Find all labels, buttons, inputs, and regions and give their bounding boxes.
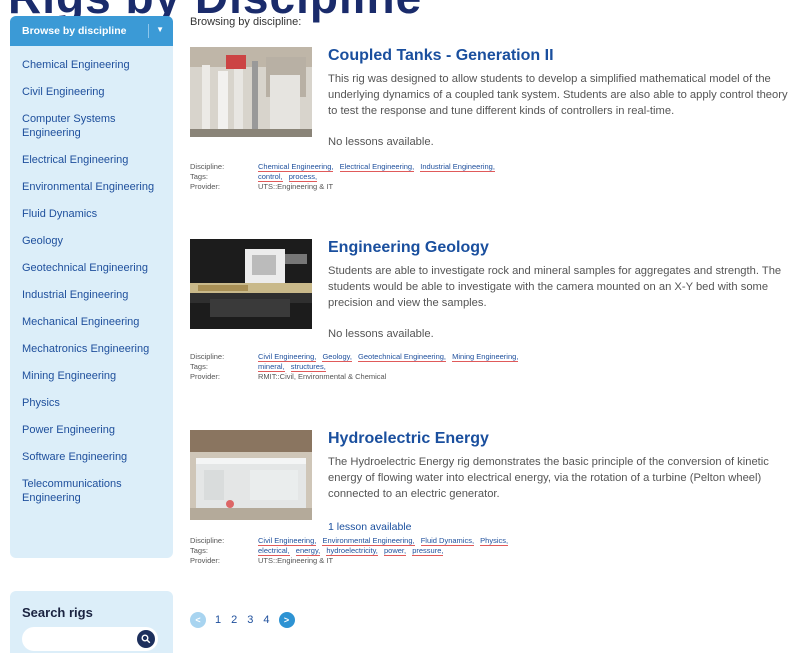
sidebar-item-industrial-engineering[interactable]: Industrial Engineering: [22, 288, 173, 302]
sidebar-item-fluid-dynamics[interactable]: Fluid Dynamics: [22, 207, 173, 221]
discipline-link[interactable]: Fluid Dynamics,: [420, 536, 475, 546]
sidebar-item-mechatronics-engineering[interactable]: Mechatronics Engineering: [22, 342, 173, 356]
sidebar-item-geotechnical-engineering[interactable]: Geotechnical Engineering: [22, 261, 173, 275]
rig-description: The Hydroelectric Energy rig demonstrate…: [328, 456, 769, 500]
page-link[interactable]: 4: [262, 614, 270, 626]
meta-label-tags: Tags:: [190, 546, 208, 555]
divider: [148, 24, 149, 38]
discipline-sidebar: Browse by discipline ▼ Chemical Engineer…: [10, 16, 173, 558]
sidebar-item-civil-engineering[interactable]: Civil Engineering: [22, 85, 173, 99]
next-page-icon[interactable]: >: [278, 612, 295, 628]
meta-label-provider: Provider:: [190, 182, 221, 191]
chevron-down-icon: ▼: [156, 25, 164, 34]
rig-title[interactable]: Coupled Tanks - Generation II: [328, 47, 554, 65]
tag-link[interactable]: power,: [383, 546, 407, 556]
browse-by-discipline-button[interactable]: Browse by discipline ▼: [10, 16, 173, 46]
sidebar-item-physics[interactable]: Physics: [22, 396, 173, 410]
rig-lessons-link[interactable]: 1 lesson available: [328, 521, 411, 533]
meta-label-discipline: Discipline:: [190, 352, 225, 361]
rig-description: This rig was designed to allow students …: [328, 73, 788, 117]
browse-by-discipline-label: Browse by discipline: [22, 25, 127, 37]
sidebar-item-software-engineering[interactable]: Software Engineering: [22, 450, 173, 464]
page-link[interactable]: 3: [246, 614, 254, 626]
pagination: < 1 2 3 4 >: [190, 612, 295, 628]
meta-label-tags: Tags:: [190, 362, 208, 371]
discipline-link[interactable]: Industrial Engineering,: [420, 162, 495, 172]
tag-link[interactable]: electrical,: [258, 546, 290, 556]
rig-title[interactable]: Engineering Geology: [328, 239, 489, 257]
discipline-link[interactable]: Physics,: [480, 536, 509, 546]
rig-meta: Discipline: Civil Engineering, Geology, …: [190, 352, 522, 382]
sidebar-item-electrical-engineering[interactable]: Electrical Engineering: [22, 153, 173, 167]
page-link[interactable]: 2: [230, 614, 238, 626]
meta-label-provider: Provider:: [190, 372, 221, 381]
discipline-link[interactable]: Geotechnical Engineering,: [358, 352, 447, 362]
rig-lessons: No lessons available.: [328, 328, 434, 340]
provider-value: UTS::Engineering & IT: [258, 556, 334, 565]
tag-link[interactable]: control,: [258, 172, 283, 182]
rig-card-engineering-geology: Engineering Geology Students are able to…: [190, 239, 800, 399]
discipline-link[interactable]: Civil Engineering,: [258, 352, 317, 362]
discipline-link[interactable]: Geology,: [322, 352, 352, 362]
rig-lessons: No lessons available.: [328, 136, 434, 148]
sidebar-item-computer-systems-engineering[interactable]: Computer Systems Engineering: [22, 112, 173, 140]
provider-value: UTS::Engineering & IT: [258, 182, 334, 191]
discipline-link[interactable]: Chemical Engineering,: [258, 162, 334, 172]
discipline-link[interactable]: Environmental Engineering,: [322, 536, 415, 546]
discipline-link[interactable]: Mining Engineering,: [452, 352, 519, 362]
rig-meta: Discipline: Civil Engineering, Environme…: [190, 536, 512, 566]
discipline-link[interactable]: Civil Engineering,: [258, 536, 317, 546]
rig-image-engineering-geology[interactable]: [190, 239, 312, 329]
rig-description: Students are able to investigate rock an…: [328, 265, 782, 309]
meta-label-discipline: Discipline:: [190, 162, 225, 171]
meta-label-provider: Provider:: [190, 556, 221, 565]
tag-link[interactable]: mineral,: [258, 362, 285, 372]
sidebar-item-environmental-engineering[interactable]: Environmental Engineering: [22, 180, 173, 194]
meta-label-tags: Tags:: [190, 172, 208, 181]
meta-label-discipline: Discipline:: [190, 536, 225, 545]
search-input[interactable]: [22, 627, 132, 651]
discipline-list: Chemical Engineering Civil Engineering C…: [10, 46, 173, 505]
provider-value: RMIT::Civil, Environmental & Chemical: [258, 372, 387, 381]
previous-page-icon[interactable]: <: [190, 612, 206, 628]
sidebar-item-telecommunications-engineering[interactable]: Telecommunications Engineering: [22, 477, 152, 505]
rig-meta: Discipline: Chemical Engineering, Electr…: [190, 162, 499, 192]
page-link[interactable]: 1: [214, 614, 222, 626]
search-rigs-title: Search rigs: [22, 605, 93, 620]
sidebar-item-mechanical-engineering[interactable]: Mechanical Engineering: [22, 315, 173, 329]
rig-image-hydroelectric-energy[interactable]: [190, 430, 312, 520]
tag-link[interactable]: energy,: [295, 546, 321, 556]
tag-link[interactable]: structures,: [290, 362, 326, 372]
search-icon[interactable]: [137, 630, 155, 648]
browsing-label: Browsing by discipline:: [190, 16, 302, 28]
discipline-link[interactable]: Electrical Engineering,: [339, 162, 415, 172]
rig-card-hydroelectric-energy: Hydroelectric Energy The Hydroelectric E…: [190, 430, 800, 580]
sidebar-item-mining-engineering[interactable]: Mining Engineering: [22, 369, 173, 383]
rig-image-coupled-tanks[interactable]: [190, 47, 312, 137]
search-field: [22, 627, 158, 651]
sidebar-item-power-engineering[interactable]: Power Engineering: [22, 423, 173, 437]
tag-link[interactable]: pressure,: [412, 546, 444, 556]
rig-card-coupled-tanks: Coupled Tanks - Generation II This rig w…: [190, 47, 800, 207]
rig-title[interactable]: Hydroelectric Energy: [328, 430, 489, 448]
search-rigs-panel: Search rigs: [10, 591, 173, 653]
tag-link[interactable]: hydroelectricity,: [326, 546, 378, 556]
sidebar-item-geology[interactable]: Geology: [22, 234, 173, 248]
tag-link[interactable]: process,: [288, 172, 318, 182]
sidebar-item-chemical-engineering[interactable]: Chemical Engineering: [22, 58, 173, 72]
